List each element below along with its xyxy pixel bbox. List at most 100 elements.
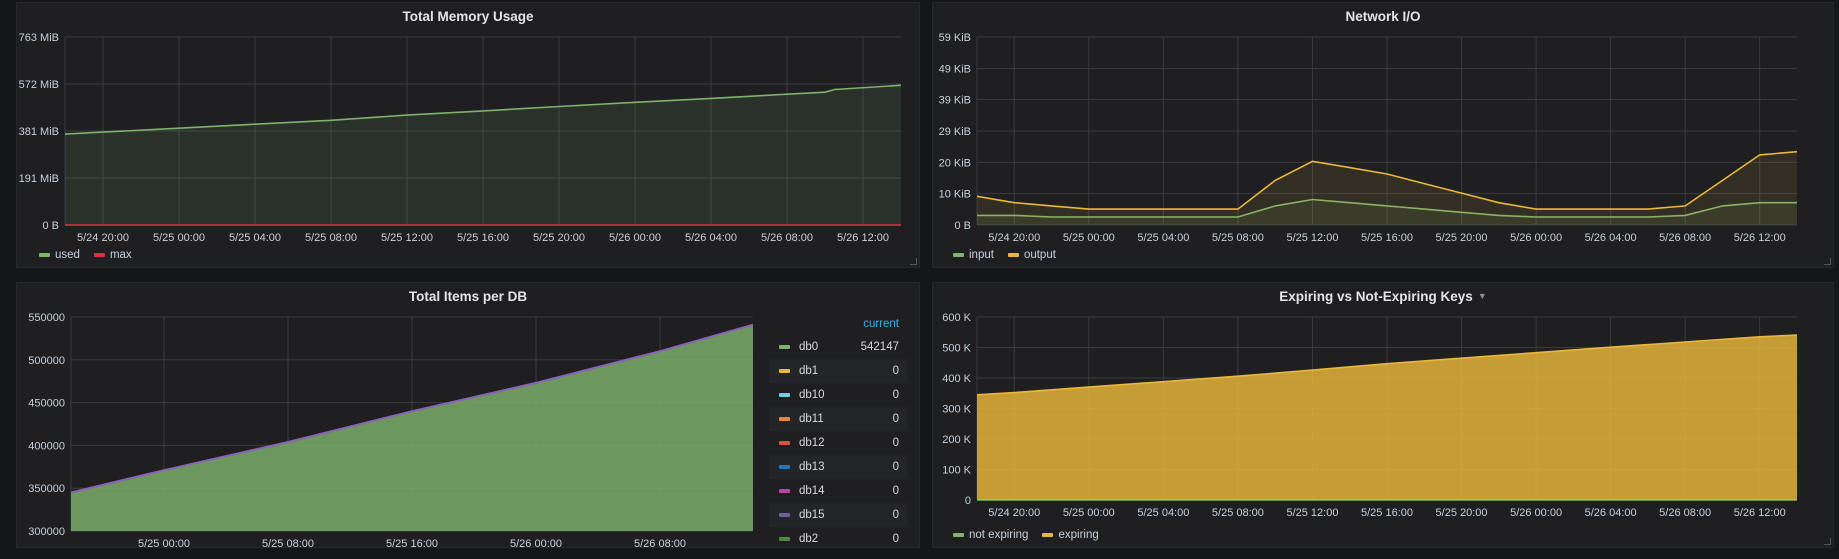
x-tick-label: 5/25 20:00 xyxy=(1436,232,1488,244)
resize-handle[interactable] xyxy=(1824,258,1831,265)
row-value: 542147 xyxy=(860,341,899,353)
y-tick-label: 572 MiB xyxy=(19,79,59,91)
y-tick-label: 49 KiB xyxy=(939,63,971,75)
x-tick-label: 5/24 20:00 xyxy=(988,507,1040,519)
x-tick-label: 5/26 00:00 xyxy=(510,538,562,550)
legend-label: used xyxy=(55,249,80,261)
x-tick-label: 5/24 20:00 xyxy=(988,232,1040,244)
row-name: db10 xyxy=(779,389,893,401)
y-tick-label: 400 K xyxy=(942,373,971,385)
y-tick-label: 59 KiB xyxy=(939,32,971,44)
x-tick-label: 5/25 00:00 xyxy=(153,232,205,244)
x-tick-label: 5/26 08:00 xyxy=(1659,507,1711,519)
x-tick-label: 5/25 04:00 xyxy=(1137,507,1189,519)
legend-swatch xyxy=(779,393,790,397)
row-name: db1 xyxy=(779,365,893,377)
x-tick-label: 5/25 16:00 xyxy=(386,538,438,550)
table-row[interactable]: db2 0 xyxy=(769,527,907,551)
table-row[interactable]: db0 542147 xyxy=(769,335,907,359)
legend-swatch xyxy=(779,369,790,373)
table-row[interactable]: db14 0 xyxy=(769,479,907,503)
y-tick-label: 200 K xyxy=(942,434,971,446)
legend-label: expiring xyxy=(1058,529,1099,541)
legend-swatch xyxy=(779,345,790,349)
row-value: 0 xyxy=(892,461,899,473)
legend-swatch xyxy=(779,513,790,517)
row-name: db14 xyxy=(779,485,893,497)
x-tick-label: 5/25 08:00 xyxy=(1212,232,1264,244)
legend-item-max[interactable]: max xyxy=(93,249,132,261)
table-row[interactable]: db11 0 xyxy=(769,407,907,431)
legend-label: output xyxy=(1023,249,1056,261)
legend-item-expiring[interactable]: expiring xyxy=(1042,529,1099,541)
legend-item-used[interactable]: used xyxy=(39,249,80,261)
memory-legend: used max xyxy=(39,249,132,261)
keys-panel: Expiring vs Not-Expiring Keys ▼ 0 100 K 200… xyxy=(932,282,1834,548)
x-tick-label: 5/26 00:00 xyxy=(609,232,661,244)
row-name: db11 xyxy=(779,413,893,425)
row-name: db15 xyxy=(779,509,893,521)
y-tick-label: 0 xyxy=(965,495,971,507)
y-tick-label: 191 MiB xyxy=(19,173,59,185)
x-tick-label: 5/25 16:00 xyxy=(1361,232,1413,244)
memory-chart: 0 B 191 MiB 381 MiB 572 MiB 763 MiB 5/24 20:0… xyxy=(19,32,902,244)
row-value: 0 xyxy=(892,389,899,401)
y-tick-label: 381 MiB xyxy=(19,126,59,138)
x-tick-label: 5/25 04:00 xyxy=(1137,232,1189,244)
row-value: 0 xyxy=(892,413,899,425)
y-tick-label: 400000 xyxy=(28,440,65,452)
table-row[interactable]: db15 0 xyxy=(769,503,907,527)
row-name: db12 xyxy=(779,437,893,449)
x-tick-label: 5/26 04:00 xyxy=(1585,507,1637,519)
y-tick-label: 550000 xyxy=(28,312,65,324)
table-row[interactable]: db10 0 xyxy=(769,383,907,407)
row-value: 0 xyxy=(892,509,899,521)
legend-swatch xyxy=(779,537,790,541)
legend-swatch xyxy=(779,465,790,469)
items-panel: Total Items per DB 300000 350000 400000 450… xyxy=(16,282,920,551)
legend-swatch xyxy=(93,253,105,257)
y-tick-label: 300000 xyxy=(28,526,65,538)
table-header-current[interactable]: current xyxy=(769,313,907,335)
x-tick-label: 5/26 04:00 xyxy=(1585,232,1637,244)
legend-item-input[interactable]: input xyxy=(953,249,994,261)
row-name: db0 xyxy=(779,341,861,353)
legend-label: input xyxy=(969,249,994,261)
x-tick-label: 5/26 00:00 xyxy=(1510,507,1562,519)
y-tick-label: 10 KiB xyxy=(939,189,971,201)
x-tick-label: 5/25 08:00 xyxy=(1212,507,1264,519)
x-tick-label: 5/25 08:00 xyxy=(305,232,357,244)
row-name: db13 xyxy=(779,461,893,473)
row-value: 0 xyxy=(892,485,899,497)
y-tick-label: 500000 xyxy=(28,355,65,367)
legend-swatch xyxy=(779,489,790,493)
y-tick-label: 29 KiB xyxy=(939,126,971,138)
row-value: 0 xyxy=(892,533,899,545)
table-row[interactable]: db13 0 xyxy=(769,455,907,479)
x-tick-label: 5/26 12:00 xyxy=(837,232,889,244)
legend-item-not-expiring[interactable]: not expiring xyxy=(953,529,1028,541)
legend-swatch xyxy=(779,417,790,421)
y-tick-label: 20 KiB xyxy=(939,157,971,169)
resize-handle[interactable] xyxy=(1824,538,1831,545)
y-tick-label: 39 KiB xyxy=(939,95,971,107)
y-tick-label: 0 B xyxy=(954,220,971,232)
y-tick-label: 350000 xyxy=(28,483,65,495)
table-row[interactable]: db12 0 xyxy=(769,431,907,455)
x-tick-label: 5/26 04:00 xyxy=(685,232,737,244)
y-tick-label: 500 K xyxy=(942,343,971,355)
x-tick-label: 5/25 04:00 xyxy=(229,232,281,244)
legend-swatch xyxy=(953,533,964,537)
legend-swatch xyxy=(953,253,964,257)
x-tick-label: 5/25 00:00 xyxy=(1063,232,1115,244)
x-tick-label: 5/26 08:00 xyxy=(634,538,686,550)
x-tick-label: 5/25 16:00 xyxy=(1361,507,1413,519)
legend-swatch xyxy=(1007,253,1019,257)
x-tick-label: 5/26 00:00 xyxy=(1510,232,1562,244)
table-row[interactable]: db1 0 xyxy=(769,359,907,383)
resize-handle[interactable] xyxy=(910,258,917,265)
x-tick-label: 5/25 20:00 xyxy=(1436,507,1488,519)
x-tick-label: 5/25 16:00 xyxy=(457,232,509,244)
legend-item-output[interactable]: output xyxy=(1007,249,1056,261)
network-panel: Network I/O 0 B 10 KiB 20 KiB 29 KiB 39 KiB 4… xyxy=(932,2,1834,268)
